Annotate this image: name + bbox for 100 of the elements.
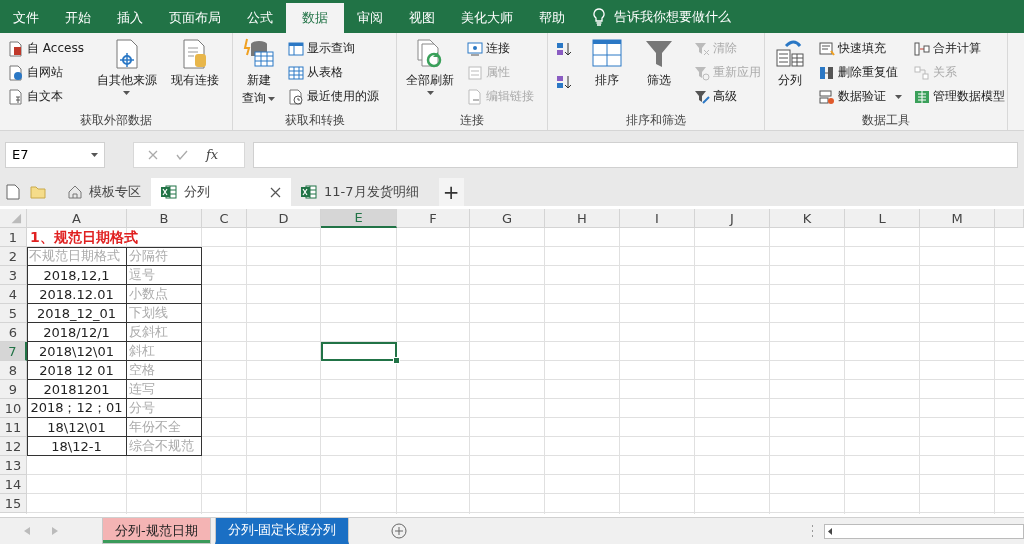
column-header[interactable]: G (470, 209, 545, 228)
ribbon-button[interactable]: 高级 (692, 86, 763, 107)
ribbon-button[interactable]: 排序 (588, 36, 626, 110)
scroll-right-icon[interactable] (52, 527, 58, 535)
ribbon-button[interactable]: 新建 查询 (239, 36, 278, 110)
row-header[interactable]: 9 (0, 380, 27, 399)
row-header[interactable]: 8 (0, 361, 27, 380)
group-label: 数据工具 (861, 112, 911, 129)
row-header[interactable]: 7 (0, 342, 27, 361)
row-header[interactable]: 3 (0, 266, 27, 285)
row-header[interactable]: 11 (0, 418, 27, 437)
ribbon-button[interactable]: 全部刷新 (403, 36, 457, 110)
select-all-icon[interactable] (0, 209, 27, 228)
column-header[interactable]: I (620, 209, 695, 228)
row-header[interactable]: 2 (0, 247, 27, 266)
ribbon-button[interactable]: 分列 (771, 36, 809, 110)
ribbon-button[interactable]: 自 Access (6, 38, 86, 59)
text-file-icon (8, 88, 24, 105)
group-label: 连接 (459, 112, 485, 129)
ribbon-tab[interactable]: 视图 (396, 3, 448, 33)
row-header[interactable]: 4 (0, 285, 27, 304)
row-header[interactable]: 1 (0, 228, 27, 247)
document-tab[interactable]: 分列 (151, 178, 291, 206)
row-header[interactable]: 15 (0, 494, 27, 513)
table-cell: 综合不规范 (127, 437, 202, 456)
ribbon-button[interactable]: 最近使用的源 (286, 86, 381, 107)
ribbon-tab[interactable]: 文件 (0, 3, 52, 33)
enter-icon[interactable] (176, 149, 188, 160)
ribbon-button[interactable]: 自网站 (6, 62, 86, 83)
sheet-title: 1、规范日期格式 (29, 228, 139, 247)
ribbon-button[interactable]: 现有连接 (167, 36, 222, 110)
table-cell: 逗号 (127, 266, 202, 285)
table-cell: 小数点 (127, 285, 202, 304)
sheet-tab[interactable]: 分列-规范日期 (102, 518, 211, 544)
insert-function-button[interactable]: fx (206, 147, 219, 162)
ribbon-tab[interactable]: 数据 (286, 3, 344, 33)
column-header[interactable]: C (202, 209, 247, 228)
caret-icon (91, 152, 98, 157)
ribbon-button[interactable]: 自其他来源 (93, 36, 160, 110)
document-tab[interactable]: 11-7月发货明细 (291, 178, 429, 206)
ribbon-button[interactable]: 数据验证 (817, 86, 904, 107)
row-header[interactable]: 6 (0, 323, 27, 342)
ribbon-button[interactable]: 快速填充 (817, 38, 904, 59)
splitter-icon[interactable] (811, 525, 814, 537)
folder-icon[interactable] (30, 185, 46, 199)
document-tab[interactable]: 模板专区 (58, 178, 151, 206)
spreadsheet-icon (301, 185, 317, 199)
ribbon-button[interactable]: 合并计算 (912, 38, 1007, 59)
database-icon (242, 38, 275, 70)
table-cell: 分隔符 (127, 247, 202, 266)
advanced-filter-icon (694, 88, 710, 105)
tell-me-search[interactable]: 告诉我你想要做什么 (614, 7, 731, 26)
column-header[interactable]: M (920, 209, 995, 228)
row-header[interactable]: 10 (0, 399, 27, 418)
column-header[interactable]: A (27, 209, 127, 228)
close-icon[interactable] (270, 186, 281, 198)
clear-filter-icon (694, 40, 710, 57)
row-header[interactable]: 5 (0, 304, 27, 323)
name-box[interactable]: E7 (5, 141, 105, 168)
ribbon-button[interactable]: 筛选 (640, 36, 678, 110)
ribbon-button[interactable]: 连接 (465, 38, 536, 59)
row-header[interactable]: 14 (0, 475, 27, 494)
properties-icon (467, 64, 483, 81)
caret-icon (426, 91, 434, 95)
column-header[interactable]: L (845, 209, 920, 228)
new-tab-button[interactable]: + (438, 178, 464, 206)
active-cell[interactable] (321, 342, 397, 361)
horizontal-scrollbar[interactable] (824, 523, 1024, 539)
cancel-icon[interactable] (148, 149, 158, 160)
sort-descending-icon (556, 73, 572, 90)
new-file-icon[interactable] (6, 184, 20, 200)
ribbon-tab[interactable]: 开始 (52, 3, 104, 33)
ribbon-button[interactable]: 显示查询 (286, 38, 381, 59)
column-header[interactable]: J (695, 209, 770, 228)
column-header[interactable]: K (770, 209, 845, 228)
row-header[interactable]: 12 (0, 437, 27, 456)
column-header[interactable]: E (321, 209, 397, 228)
sheet-tab[interactable]: 分列-固定长度分列 (214, 518, 350, 544)
column-header[interactable]: D (247, 209, 321, 228)
table-icon (288, 64, 304, 81)
column-header[interactable]: F (397, 209, 470, 228)
ribbon-tab[interactable]: 美化大师 (448, 3, 526, 33)
column-header[interactable]: B (127, 209, 202, 228)
add-sheet-icon[interactable] (391, 523, 408, 539)
ribbon-tab[interactable]: 帮助 (526, 3, 578, 33)
ribbon-tab[interactable]: 插入 (104, 3, 156, 33)
group-label: 获取和转换 (283, 112, 346, 129)
ribbon-tab[interactable]: 审阅 (344, 3, 396, 33)
column-header[interactable]: H (545, 209, 620, 228)
table-cell: 2018\12\01 (27, 342, 127, 361)
ribbon-tab[interactable]: 页面布局 (156, 3, 234, 33)
ribbon-tab[interactable]: 公式 (234, 3, 286, 33)
ribbon-button[interactable]: 从表格 (286, 62, 381, 83)
table-cell: 2018_12_01 (27, 304, 127, 323)
row-header[interactable]: 13 (0, 456, 27, 475)
ribbon-button[interactable]: 删除重复值 (817, 62, 904, 83)
ribbon-button[interactable]: 管理数据模型 (912, 86, 1007, 107)
formula-input[interactable] (253, 141, 1018, 168)
ribbon-button[interactable]: 自文本 (6, 86, 86, 107)
sort-ascending-icon (556, 40, 572, 57)
